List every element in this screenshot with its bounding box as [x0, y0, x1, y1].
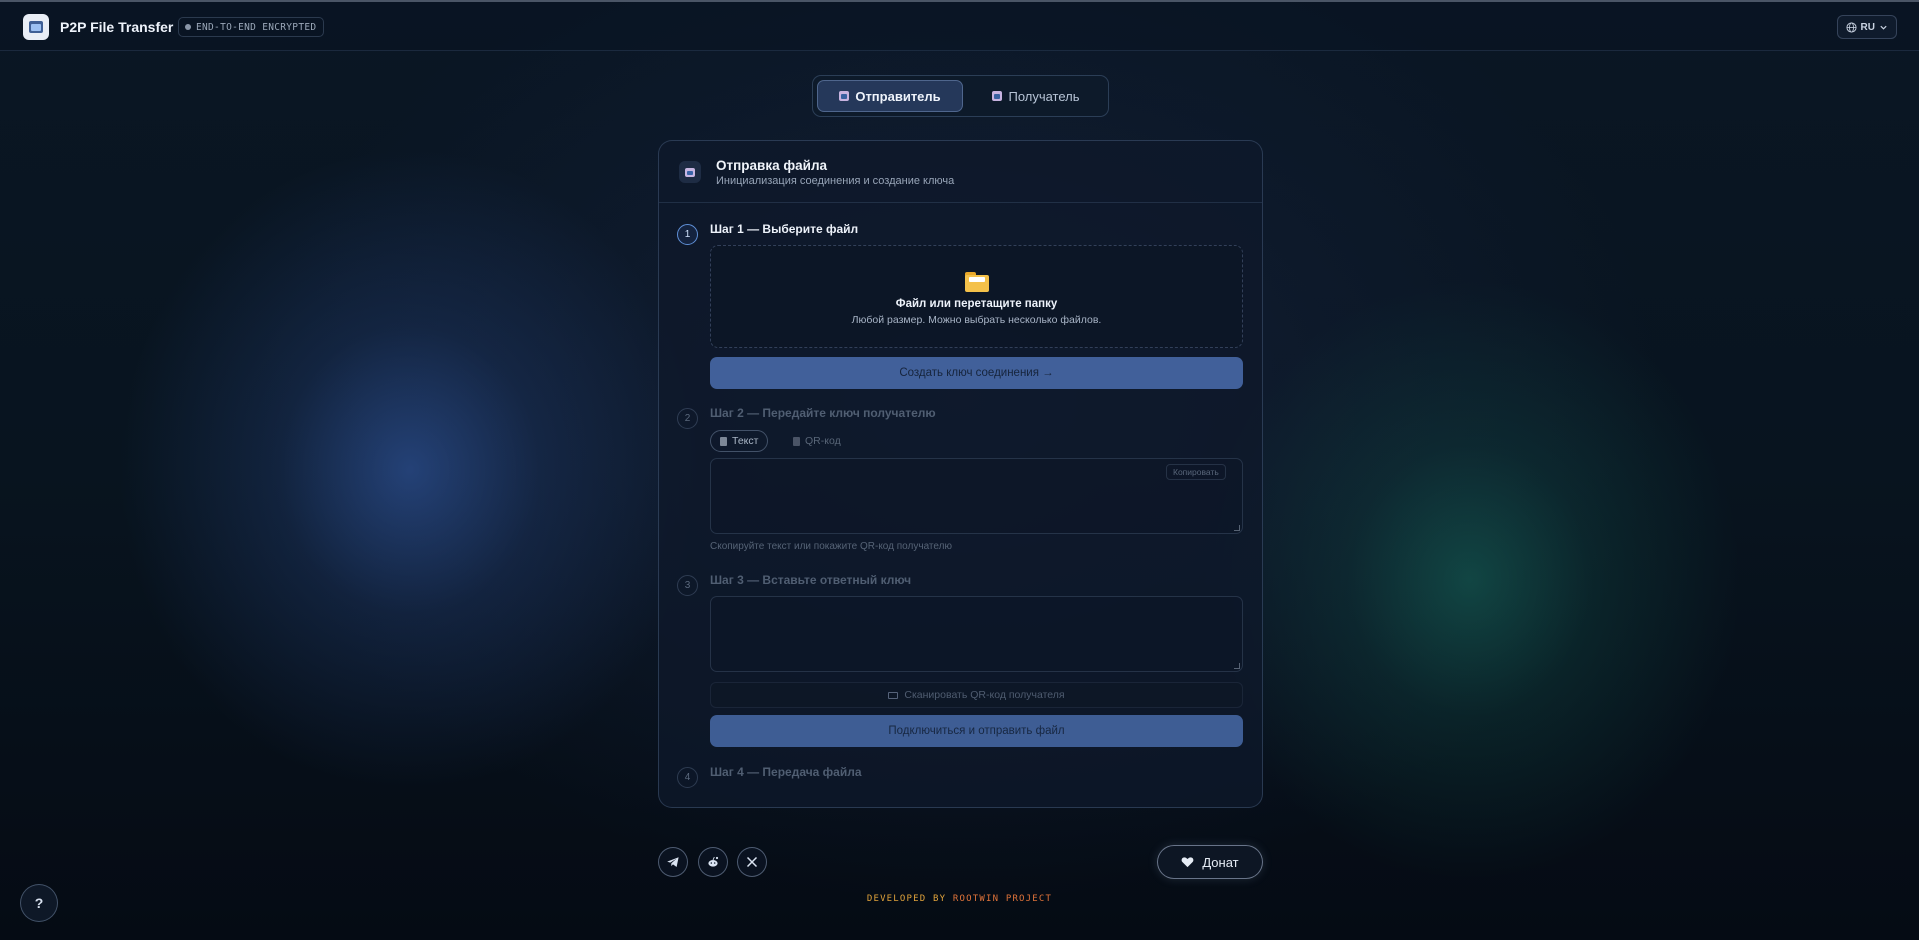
developer-credit: DEVELOPED BY ROOTWIN PROJECT: [0, 894, 1919, 904]
language-selector[interactable]: RU: [1836, 15, 1897, 39]
file-dropzone[interactable]: Файл или перетащите папку Любой размер. …: [710, 245, 1243, 348]
resize-grip-icon[interactable]: [1234, 525, 1240, 531]
step-4-number: 4: [677, 767, 698, 788]
role-tabs: Отправитель Получатель: [812, 75, 1109, 117]
encryption-badge-label: END-TO-END ENCRYPTED: [196, 21, 317, 33]
tab-text-label: Текст: [732, 435, 759, 447]
step-1-title: Шаг 1 — Выберите файл: [710, 222, 859, 236]
sender-icon: [839, 91, 850, 101]
step-1-number: 1: [677, 224, 698, 245]
x-button[interactable]: [737, 847, 767, 877]
language-label: RU: [1860, 21, 1875, 33]
dropzone-title: Файл или перетащите папку: [895, 298, 1058, 310]
tab-text[interactable]: Текст: [710, 430, 769, 452]
document-icon: [720, 436, 727, 446]
tab-qr-label: QR-код: [805, 435, 841, 447]
telegram-icon: [667, 857, 679, 867]
connection-key-textarea[interactable]: [710, 458, 1243, 534]
step-3-number: 3: [677, 575, 698, 596]
tab-receiver-label: Получатель: [1008, 88, 1080, 104]
qr-icon: [793, 436, 800, 446]
status-dot-icon: [185, 24, 191, 30]
card-subtitle: Инициализация соединения и создание ключ…: [716, 175, 955, 187]
reddit-icon: [708, 856, 719, 867]
receiver-icon: [992, 91, 1003, 101]
step-3-title: Шаг 3 — Вставьте ответный ключ: [710, 573, 912, 587]
scan-qr-button[interactable]: Сканировать QR-код получателя: [710, 682, 1243, 708]
connect-send-button[interactable]: Подключиться и отправить файл: [710, 715, 1243, 747]
outbox-icon: [679, 161, 701, 183]
send-file-card: Отправка файла Инициализация соединения …: [658, 140, 1263, 808]
copy-button[interactable]: Копировать: [1166, 464, 1226, 480]
create-key-button[interactable]: Создать ключ соединения →: [710, 357, 1243, 389]
tab-sender[interactable]: Отправитель: [817, 80, 963, 112]
step-4-title: Шаг 4 — Передача файла: [710, 765, 862, 779]
credit-name[interactable]: ROOTWIN PROJECT: [953, 894, 1052, 904]
answer-key-textarea[interactable]: [710, 596, 1243, 672]
app-title: P2P File Transfer: [60, 19, 174, 35]
chevron-down-icon: [1880, 25, 1887, 30]
dropzone-subtitle: Любой размер. Можно выбрать несколько фа…: [851, 314, 1102, 326]
top-border: [0, 0, 1919, 2]
credit-prefix: DEVELOPED BY: [866, 894, 947, 904]
scan-icon: [888, 691, 899, 699]
x-icon: [746, 856, 758, 868]
card-title: Отправка файла: [716, 158, 828, 173]
help-button[interactable]: ?: [20, 884, 58, 922]
donate-button[interactable]: Донат: [1157, 845, 1263, 879]
step-2-hint: Скопируйте текст или покажите QR-код пол…: [710, 541, 952, 552]
reddit-button[interactable]: [698, 847, 728, 877]
step-2-number: 2: [677, 408, 698, 429]
tab-receiver[interactable]: Получатель: [966, 80, 1106, 112]
step-2-title: Шаг 2 — Передайте ключ получателю: [710, 406, 936, 420]
donate-label: Донат: [1202, 854, 1239, 870]
tab-qr[interactable]: QR-код: [784, 430, 850, 452]
folder-icon: [965, 272, 989, 292]
app-header: P2P File Transfer END-TO-END ENCRYPTED R…: [0, 2, 1919, 51]
heart-icon: [1181, 857, 1194, 868]
telegram-button[interactable]: [658, 847, 688, 877]
globe-icon: [1846, 21, 1857, 33]
folder-window-icon: [23, 14, 49, 40]
card-header: Отправка файла Инициализация соединения …: [659, 141, 1262, 203]
encryption-badge: END-TO-END ENCRYPTED: [178, 17, 325, 37]
tab-sender-label: Отправитель: [855, 88, 941, 104]
scan-qr-label: Сканировать QR-код получателя: [904, 689, 1065, 701]
resize-grip-icon[interactable]: [1234, 663, 1240, 669]
